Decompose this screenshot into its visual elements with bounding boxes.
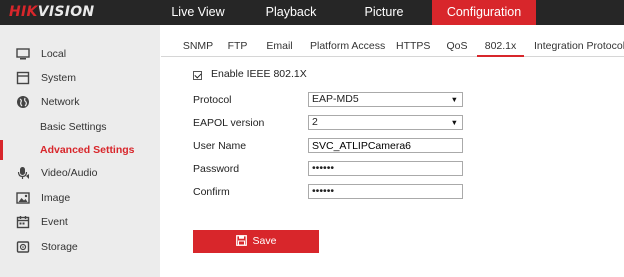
eapol-version-label: EAPOL version — [193, 117, 265, 129]
sidebar-item-label: Advanced Settings — [40, 144, 135, 156]
sidebar-item-label: Image — [41, 192, 71, 204]
sidebar-item-basic-settings[interactable]: Basic Settings — [0, 115, 160, 139]
eapol-version-select-value: 2 — [312, 116, 318, 128]
protocol-select[interactable]: EAP-MD5 — [308, 92, 463, 107]
confirm-value: •••••• — [312, 185, 335, 197]
calendar-icon — [16, 216, 30, 229]
nav-picture[interactable]: Picture — [345, 0, 423, 25]
sidebar-item-label: Event — [41, 216, 68, 228]
sidebar-item-advanced-settings[interactable]: Advanced Settings — [0, 138, 160, 162]
storage-icon — [16, 241, 30, 253]
sub-tab-bar: SNMP FTP Email Platform Access HTTPS QoS… — [161, 25, 624, 57]
sidebar-item-label: System — [41, 72, 77, 84]
sidebar-item-label: Storage — [41, 241, 78, 253]
sidebar-item-system[interactable]: System — [0, 66, 160, 90]
globe-icon — [17, 96, 29, 108]
save-button[interactable]: Save — [193, 230, 319, 253]
image-icon — [16, 192, 30, 204]
enable-8021x-label: Enable IEEE 802.1X — [211, 68, 307, 80]
confirm-field[interactable]: •••••• — [308, 184, 463, 199]
enable-8021x-checkbox[interactable] — [193, 71, 202, 80]
username-label: User Name — [193, 140, 247, 152]
password-label: Password — [193, 163, 240, 175]
tab-https[interactable]: HTTPS — [396, 25, 430, 56]
nav-live-view[interactable]: Live View — [160, 0, 236, 25]
username-input[interactable] — [312, 139, 462, 152]
password-field[interactable]: •••••• — [308, 161, 463, 176]
nav-playback[interactable]: Playback — [251, 0, 331, 25]
sidebar-item-event[interactable]: Event — [0, 210, 160, 234]
monitor-icon — [16, 48, 30, 60]
tab-platform-access[interactable]: Platform Access — [310, 25, 385, 56]
video-audio-icon — [17, 167, 29, 179]
tab-802-1x[interactable]: 802.1x — [477, 25, 524, 57]
sidebar: Local System Network Basic Settings Adva… — [0, 25, 160, 277]
tab-email[interactable]: Email — [266, 25, 293, 56]
sidebar-item-storage[interactable]: Storage — [0, 235, 160, 259]
sidebar-item-network[interactable]: Network — [0, 90, 160, 114]
sidebar-item-label: Network — [41, 96, 80, 108]
tab-ftp[interactable]: FTP — [227, 25, 248, 56]
tab-snmp[interactable]: SNMP — [182, 25, 214, 56]
sidebar-item-label: Local — [41, 48, 67, 60]
sidebar-item-label: Basic Settings — [40, 121, 107, 133]
save-icon — [235, 234, 247, 246]
protocol-label: Protocol — [193, 94, 232, 106]
tab-qos[interactable]: QoS — [446, 25, 468, 56]
sidebar-item-image[interactable]: Image — [0, 186, 160, 210]
sidebar-item-video-audio[interactable]: Video/Audio — [0, 161, 160, 185]
protocol-select-value: EAP-MD5 — [312, 93, 359, 105]
confirm-label: Confirm — [193, 186, 230, 198]
save-label: Save — [252, 235, 277, 247]
tab-integration-protocol[interactable]: Integration Protocol — [534, 25, 624, 56]
eapol-version-select[interactable]: 2 — [308, 115, 463, 130]
system-icon — [16, 71, 30, 85]
brand-logo: HIKVISION — [9, 4, 95, 20]
username-field[interactable] — [308, 138, 463, 153]
sidebar-item-label: Video/Audio — [41, 167, 98, 179]
top-nav-bar: HIKVISION Live View Playback Picture Con… — [0, 0, 624, 25]
nav-configuration[interactable]: Configuration — [432, 0, 536, 25]
sidebar-item-local[interactable]: Local — [0, 42, 160, 66]
password-value: •••••• — [312, 162, 335, 174]
